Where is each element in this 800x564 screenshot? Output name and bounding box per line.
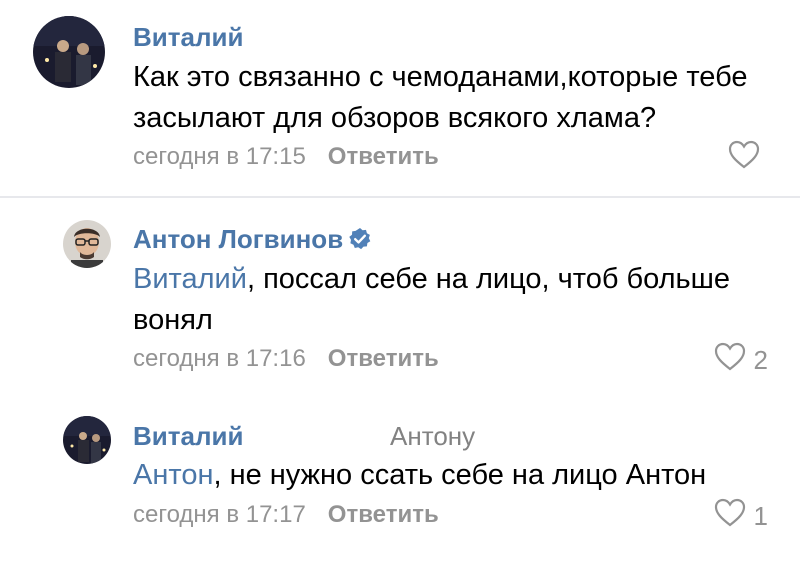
reply-button[interactable]: Ответить: [328, 143, 439, 170]
author-name[interactable]: Антон Логвинов: [133, 224, 372, 258]
avatar[interactable]: [63, 220, 111, 268]
like-count: 2: [753, 345, 768, 375]
comment-meta: сегодня в 17:15 Ответить: [133, 143, 439, 171]
comment-time: сегодня в 17:16: [133, 345, 306, 372]
avatar[interactable]: [33, 16, 105, 88]
author-name-text: Антон Логвинов: [133, 224, 344, 254]
avatar[interactable]: [63, 416, 111, 464]
comment-time: сегодня в 17:17: [133, 501, 306, 528]
reply-button[interactable]: Ответить: [328, 501, 439, 528]
comment-text: Антон, не нужно ссать себе на лицо Антон: [133, 455, 773, 496]
like-button[interactable]: 2: [714, 342, 768, 379]
heart-icon: [728, 140, 760, 177]
heart-icon: [714, 342, 746, 379]
author-name[interactable]: Виталий: [133, 22, 243, 53]
comment-meta: сегодня в 17:17 Ответить: [133, 501, 439, 529]
mention-link[interactable]: Виталий: [133, 263, 247, 295]
heart-icon: [714, 498, 746, 535]
like-button[interactable]: [728, 140, 768, 177]
divider: [0, 196, 800, 198]
like-count: 1: [753, 501, 768, 531]
reply-button[interactable]: Ответить: [328, 345, 439, 372]
like-button[interactable]: 1: [714, 498, 768, 535]
mention-link[interactable]: Антон: [133, 459, 213, 491]
comment-meta: сегодня в 17:16 Ответить: [133, 345, 439, 373]
author-name[interactable]: Виталий: [133, 421, 243, 452]
comment-body: , не нужно ссать себе на лицо Антон: [213, 459, 707, 491]
verified-check-icon: [348, 227, 372, 258]
comment-text: Как это связанно с чемоданами,которые те…: [133, 61, 748, 134]
comment-time: сегодня в 17:15: [133, 143, 306, 170]
comment-text: Виталий, поссал себе на лицо, чтоб больш…: [133, 259, 773, 341]
reply-to-link[interactable]: Антону: [390, 421, 475, 452]
